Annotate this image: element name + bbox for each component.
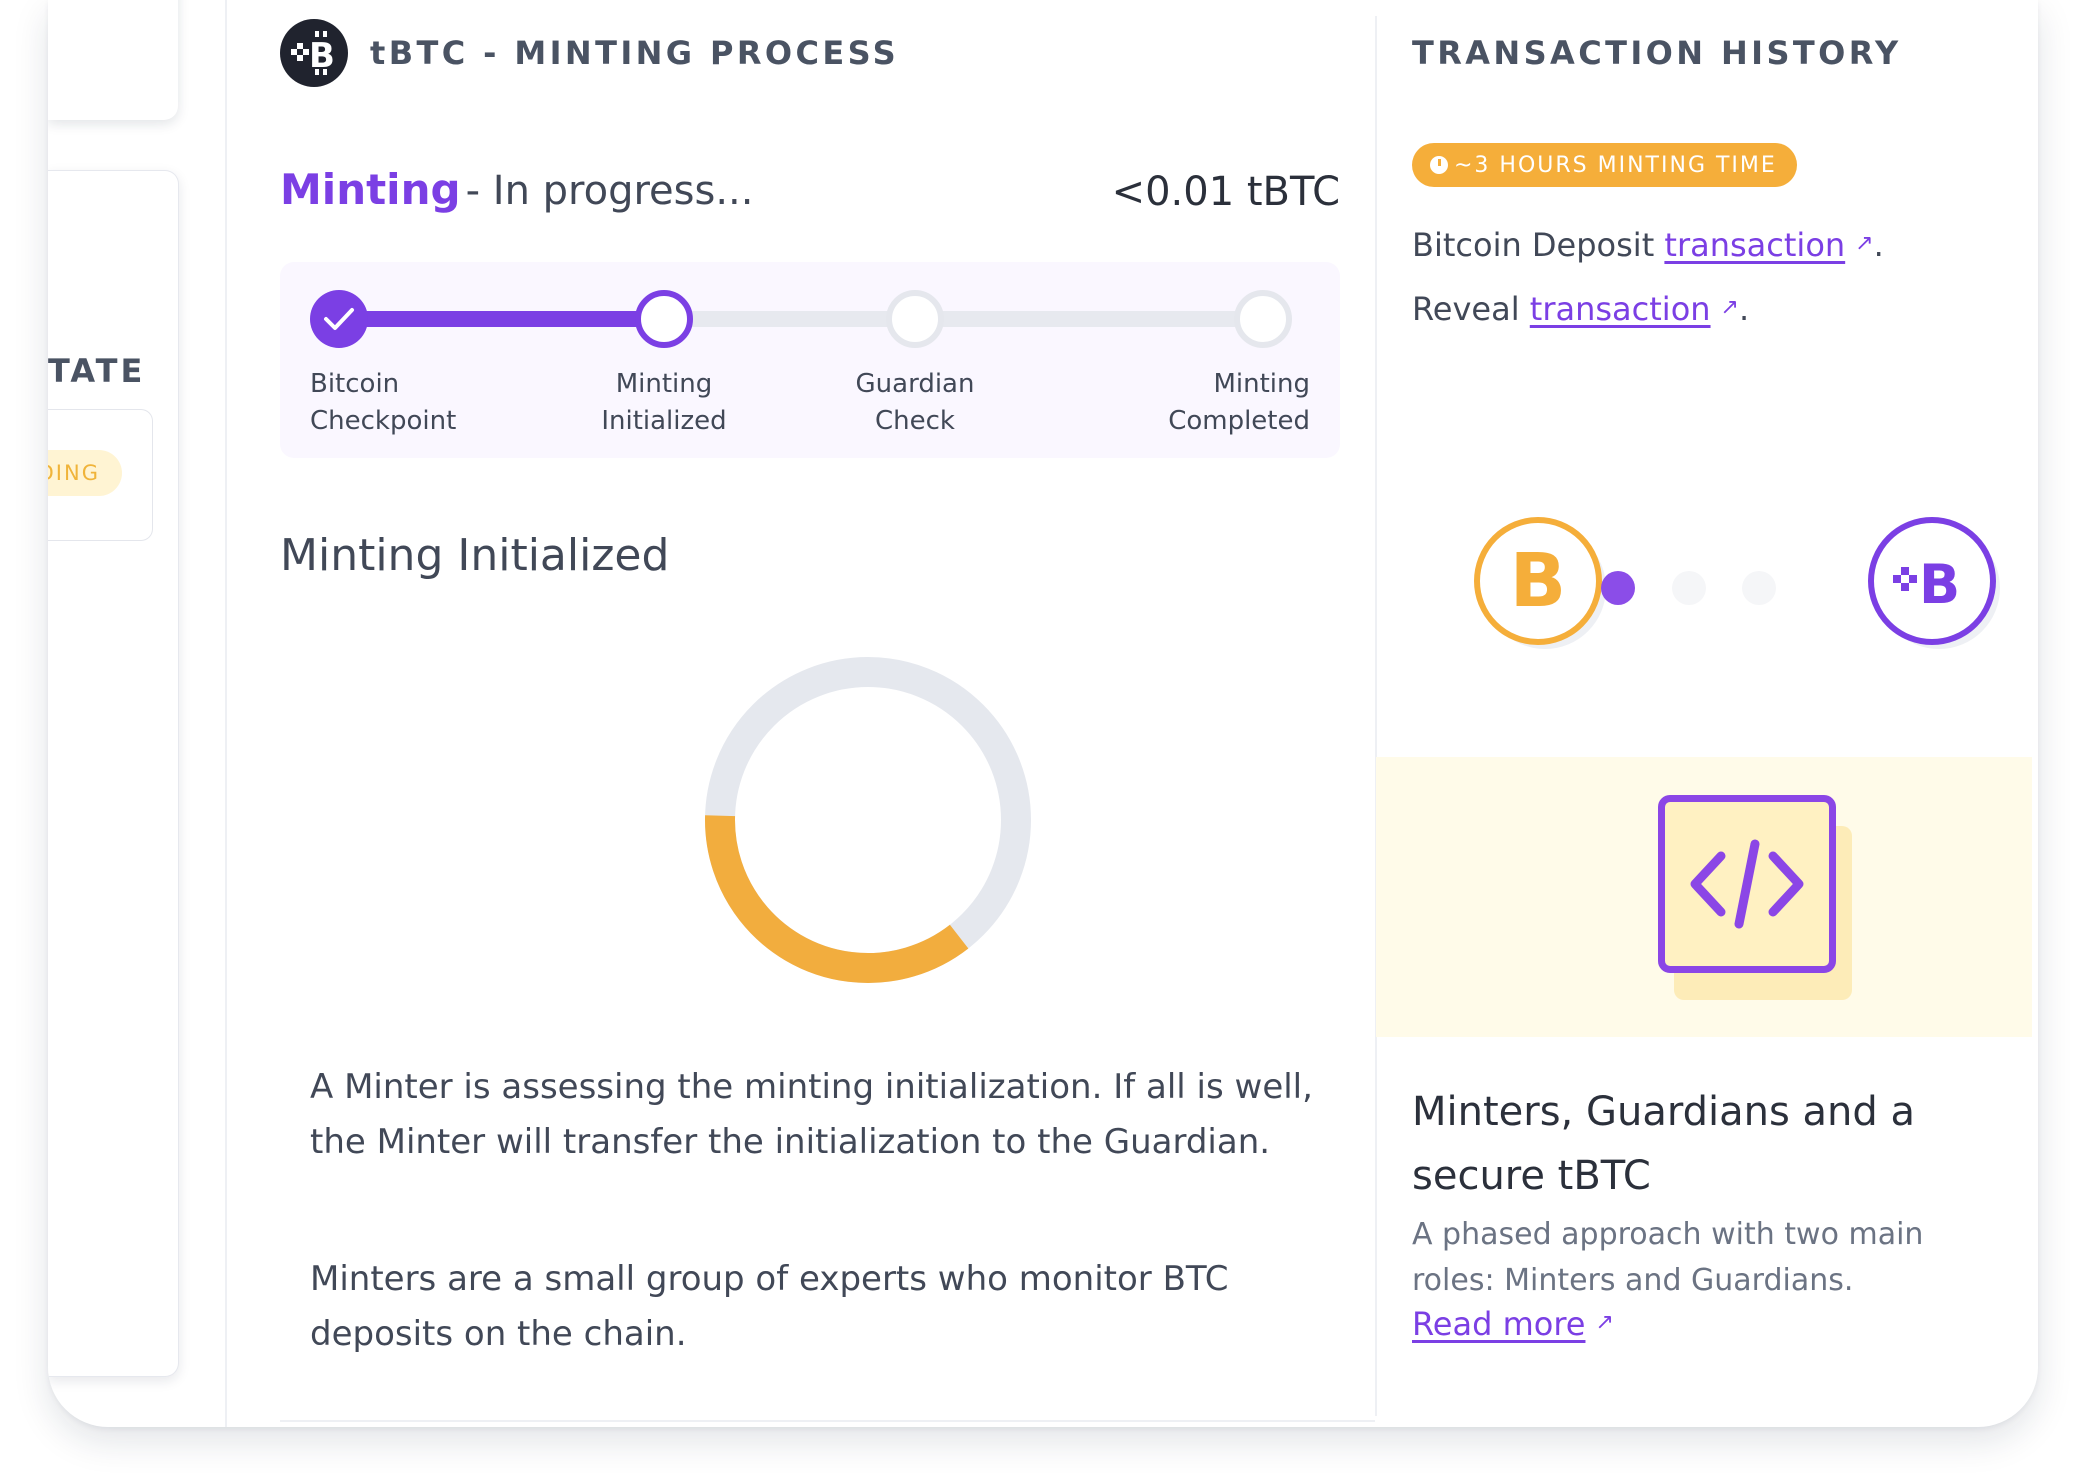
- left-status-box: PENDING: [48, 409, 153, 541]
- clock-icon: [1430, 156, 1448, 174]
- check-icon: [324, 308, 354, 330]
- step-minting-completed-label: Minting Completed: [1100, 366, 1310, 440]
- status-row: Minting - In progress... <0.01 tBTC: [280, 165, 1340, 225]
- transaction-history-title: TRANSACTION HISTORY: [1412, 34, 1902, 72]
- transaction-history-panel: TRANSACTION HISTORY ~3 HOURS MINTING TIM…: [1376, 0, 2032, 1427]
- step-label-line: Check: [875, 406, 955, 436]
- section-title: Minting Initialized: [280, 530, 670, 581]
- bitcoin-deposit-line: Bitcoin Deposit transaction ↗.: [1412, 226, 1884, 264]
- deposit-transaction-link[interactable]: transaction: [1664, 226, 1845, 264]
- divider-middle: [1375, 16, 1377, 1416]
- deposit-prefix: Bitcoin Deposit: [1412, 226, 1665, 264]
- reveal-line: Reveal transaction ↗.: [1412, 290, 1749, 328]
- read-more-link[interactable]: Read more ↗: [1412, 1305, 1614, 1343]
- step-label-line: Completed: [1168, 406, 1310, 436]
- tbtc-coin-icon: B: [1868, 517, 1996, 645]
- step-minting-initialized-label: Minting Initialized: [564, 366, 764, 440]
- read-more-text[interactable]: Read more: [1412, 1305, 1585, 1343]
- transfer-progress-dot-2: [1672, 571, 1706, 605]
- step-guardian-check-dot: [886, 290, 944, 348]
- status-text: - In progress...: [465, 168, 754, 214]
- promo-text: A phased approach with two main roles: M…: [1412, 1217, 1924, 1298]
- minters-description: Minters are a small group of experts who…: [310, 1259, 1229, 1354]
- step-label-line: Minting: [1213, 369, 1310, 399]
- period: .: [1873, 226, 1884, 264]
- mint-amount: <0.01 tBTC: [1111, 169, 1340, 215]
- code-icon: [1658, 795, 1836, 973]
- step-minting-completed-dot: [1234, 290, 1292, 348]
- period: .: [1738, 290, 1750, 328]
- tbtc-logo-glyph: B: [309, 36, 335, 75]
- step-bitcoin-checkpoint-dot: [310, 290, 368, 348]
- tbtc-coin-glyph: B: [1919, 553, 1960, 613]
- panel-title: tBTC - MINTING PROCESS: [370, 34, 900, 72]
- progress-stepper: Bitcoin Checkpoint Minting Initialized G…: [280, 262, 1340, 458]
- reveal-prefix: Reveal: [1412, 290, 1530, 328]
- left-state-text: STATE: [48, 352, 146, 390]
- minting-panel: B tBTC - MINTING PROCESS Minting - In pr…: [280, 0, 1340, 1427]
- stepper-track-fill: [344, 311, 664, 327]
- bitcoin-icon: B: [1474, 517, 1602, 645]
- progress-ring: [705, 657, 1031, 983]
- step-minting-initialized-dot: [635, 290, 693, 348]
- external-link-icon[interactable]: ↗: [1855, 231, 1873, 256]
- left-state-label: STATE: [48, 352, 178, 390]
- progress-ring-arc: [705, 657, 1031, 983]
- minting-time-text: ~3 HOURS MINTING TIME: [1454, 152, 1777, 178]
- divider-left: [225, 0, 227, 1427]
- step-bitcoin-checkpoint-label: Bitcoin Checkpoint: [310, 366, 456, 440]
- left-status-pill-text: PENDING: [48, 461, 100, 485]
- step-guardian-check-label: Guardian Check: [815, 366, 1015, 440]
- minting-time-badge: ~3 HOURS MINTING TIME: [1412, 143, 1797, 187]
- minting-description: A Minter is assessing the minting initia…: [310, 1067, 1313, 1162]
- step-label-line: Guardian: [855, 369, 975, 399]
- step-label-line: Bitcoin: [310, 369, 400, 399]
- status-word: Minting: [280, 165, 461, 214]
- step-label-line: Initialized: [601, 406, 727, 436]
- external-link-icon[interactable]: ↗: [1595, 1310, 1613, 1335]
- app-frame: STATE PENDING B t: [48, 0, 2038, 1427]
- left-status-pill: PENDING: [48, 450, 122, 496]
- step-label-line: Minting: [615, 369, 713, 399]
- external-link-icon[interactable]: ↗: [1721, 295, 1739, 320]
- promo-title: Minters, Guardians and a secure tBTC: [1412, 1089, 1915, 1199]
- left-card-top: [48, 0, 178, 120]
- transfer-progress-dot-3: [1742, 571, 1776, 605]
- tbtc-logo-icon: B: [280, 19, 348, 87]
- step-label-line: Checkpoint: [310, 406, 457, 436]
- reveal-transaction-link[interactable]: transaction: [1530, 290, 1711, 328]
- transfer-progress-dot-1: [1601, 571, 1635, 605]
- panel-header: B tBTC - MINTING PROCESS: [280, 18, 899, 88]
- bitcoin-glyph: B: [1509, 538, 1567, 624]
